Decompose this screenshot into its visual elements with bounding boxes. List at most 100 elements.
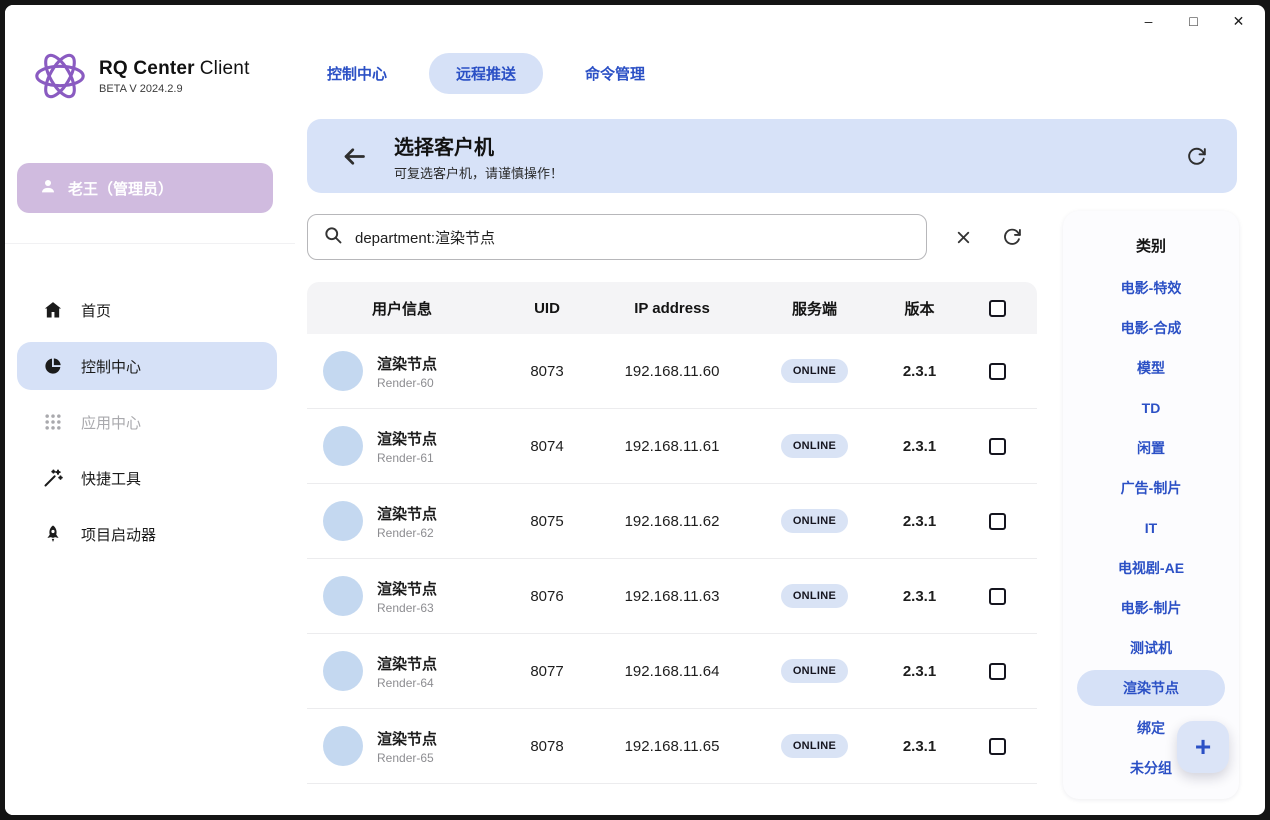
client-uid: 8077 [497, 663, 597, 680]
sidebar: RQ CenterClient BETA V 2024.2.9 老王（管理员） … [5, 5, 295, 815]
search-input[interactable] [355, 229, 911, 246]
tab-command-management[interactable]: 命令管理 [585, 63, 645, 84]
category-item-selected[interactable]: 渲染节点 [1077, 670, 1225, 706]
client-hostname: Render-64 [377, 676, 437, 690]
client-table: 用户信息 UID IP address 服务端 版本 渲染节点 Render-6… [307, 282, 1037, 798]
page-title: 选择客户机 [394, 131, 563, 160]
sidebar-item-label: 快捷工具 [81, 468, 141, 489]
avatar [323, 576, 363, 616]
close-button[interactable]: ✕ [1216, 7, 1261, 35]
category-item[interactable]: 闲置 [1063, 428, 1239, 468]
avatar [323, 426, 363, 466]
client-ip: 192.168.11.64 [597, 663, 747, 680]
user-badge[interactable]: 老王（管理员） [17, 163, 273, 213]
app-window: – □ ✕ RQ CenterClient BETA V 2024.2.9 老王… [5, 5, 1265, 815]
table-row[interactable]: 渲染节点 Render-61 8074 192.168.11.61 ONLINE… [307, 409, 1037, 484]
select-all-checkbox[interactable] [989, 300, 1006, 317]
app-version: BETA V 2024.2.9 [99, 83, 250, 95]
sidebar-item-project-launcher[interactable]: 项目启动器 [17, 510, 277, 558]
col-header-uid: UID [497, 300, 597, 317]
category-item[interactable]: 电影-制片 [1063, 588, 1239, 628]
user-label: 老王（管理员） [68, 178, 173, 199]
sidebar-item-home[interactable]: 首页 [17, 286, 277, 334]
client-name: 渲染节点 [377, 728, 437, 749]
table-row[interactable]: 渲染节点 Render-65 8078 192.168.11.65 ONLINE… [307, 709, 1037, 784]
sidebar-item-control-center[interactable]: 控制中心 [17, 342, 277, 390]
refresh-icon[interactable] [1186, 146, 1207, 167]
maximize-button[interactable]: □ [1171, 7, 1216, 35]
client-uid: 8078 [497, 738, 597, 755]
row-checkbox[interactable] [989, 588, 1006, 605]
client-hostname: Render-62 [377, 526, 437, 540]
search-icon [323, 225, 343, 250]
client-hostname: Render-65 [377, 751, 437, 765]
client-name: 渲染节点 [377, 653, 437, 674]
client-hostname: Render-60 [377, 376, 437, 390]
avatar [323, 351, 363, 391]
col-header-userinfo: 用户信息 [307, 298, 497, 319]
status-badge: ONLINE [781, 509, 848, 533]
client-version: 2.3.1 [882, 363, 957, 380]
sidebar-item-label: 控制中心 [81, 356, 141, 377]
row-checkbox[interactable] [989, 513, 1006, 530]
app-logo-row: RQ CenterClient BETA V 2024.2.9 [31, 47, 250, 105]
tab-control-center[interactable]: 控制中心 [327, 63, 387, 84]
client-ip: 192.168.11.65 [597, 738, 747, 755]
client-name: 渲染节点 [377, 578, 437, 599]
category-item[interactable]: 模型 [1063, 348, 1239, 388]
atom-logo-icon [31, 47, 89, 105]
client-uid: 8076 [497, 588, 597, 605]
table-row[interactable]: 渲染节点 Render-64 8077 192.168.11.64 ONLINE… [307, 634, 1037, 709]
pie-chart-icon [43, 356, 63, 376]
status-badge: ONLINE [781, 359, 848, 383]
status-badge: ONLINE [781, 434, 848, 458]
magic-wand-icon [43, 468, 63, 488]
client-hostname: Render-63 [377, 601, 437, 615]
category-item[interactable]: 电影-特效 [1063, 268, 1239, 308]
client-version: 2.3.1 [882, 513, 957, 530]
category-item[interactable]: 电视剧-AE [1063, 548, 1239, 588]
row-checkbox[interactable] [989, 738, 1006, 755]
client-ip: 192.168.11.63 [597, 588, 747, 605]
page-header-card: 选择客户机 可复选客户机，请谨慎操作！ [307, 119, 1237, 193]
col-header-ip: IP address [597, 300, 747, 317]
category-panel-title: 类别 [1063, 211, 1239, 256]
table-row[interactable]: 渲染节点 Render-60 8073 192.168.11.60 ONLINE… [307, 334, 1037, 409]
category-item[interactable]: TD [1063, 388, 1239, 428]
status-badge: ONLINE [781, 659, 848, 683]
table-row[interactable]: 渲染节点 Render-63 8076 192.168.11.63 ONLINE… [307, 559, 1037, 634]
sidebar-item-app-center[interactable]: 应用中心 [17, 398, 277, 446]
grid-icon [43, 412, 63, 432]
category-item[interactable]: IT [1063, 508, 1239, 548]
table-row[interactable]: 渲染节点 Render-62 8075 192.168.11.62 ONLINE… [307, 484, 1037, 559]
client-uid: 8074 [497, 438, 597, 455]
category-item[interactable]: 电影-合成 [1063, 308, 1239, 348]
client-ip: 192.168.11.61 [597, 438, 747, 455]
minimize-button[interactable]: – [1126, 7, 1171, 35]
avatar [323, 501, 363, 541]
row-checkbox[interactable] [989, 438, 1006, 455]
status-badge: ONLINE [781, 584, 848, 608]
sidebar-item-quick-tools[interactable]: 快捷工具 [17, 454, 277, 502]
search-refresh-icon[interactable] [996, 221, 1028, 253]
user-icon [39, 177, 57, 199]
row-checkbox[interactable] [989, 663, 1006, 680]
category-panel: 类别 电影-特效 电影-合成 模型 TD 闲置 广告-制片 IT 电视剧-AE … [1063, 211, 1239, 799]
row-checkbox[interactable] [989, 363, 1006, 380]
tab-remote-push[interactable]: 远程推送 [429, 53, 543, 94]
client-version: 2.3.1 [882, 738, 957, 755]
category-item[interactable]: 广告-制片 [1063, 468, 1239, 508]
client-hostname: Render-61 [377, 451, 437, 465]
client-uid: 8075 [497, 513, 597, 530]
add-category-button[interactable]: + [1177, 721, 1229, 773]
client-name: 渲染节点 [377, 503, 437, 524]
table-partial-row [307, 784, 1037, 798]
category-item[interactable]: 测试机 [1063, 628, 1239, 668]
top-tabs: 控制中心 远程推送 命令管理 [327, 53, 645, 93]
back-arrow-icon[interactable] [341, 143, 368, 170]
col-header-server: 服务端 [747, 298, 882, 319]
sidebar-divider [5, 243, 295, 244]
sidebar-nav: 首页 控制中心 应用中心 快捷工具 [17, 286, 277, 566]
client-version: 2.3.1 [882, 438, 957, 455]
clear-search-icon[interactable] [947, 221, 979, 253]
